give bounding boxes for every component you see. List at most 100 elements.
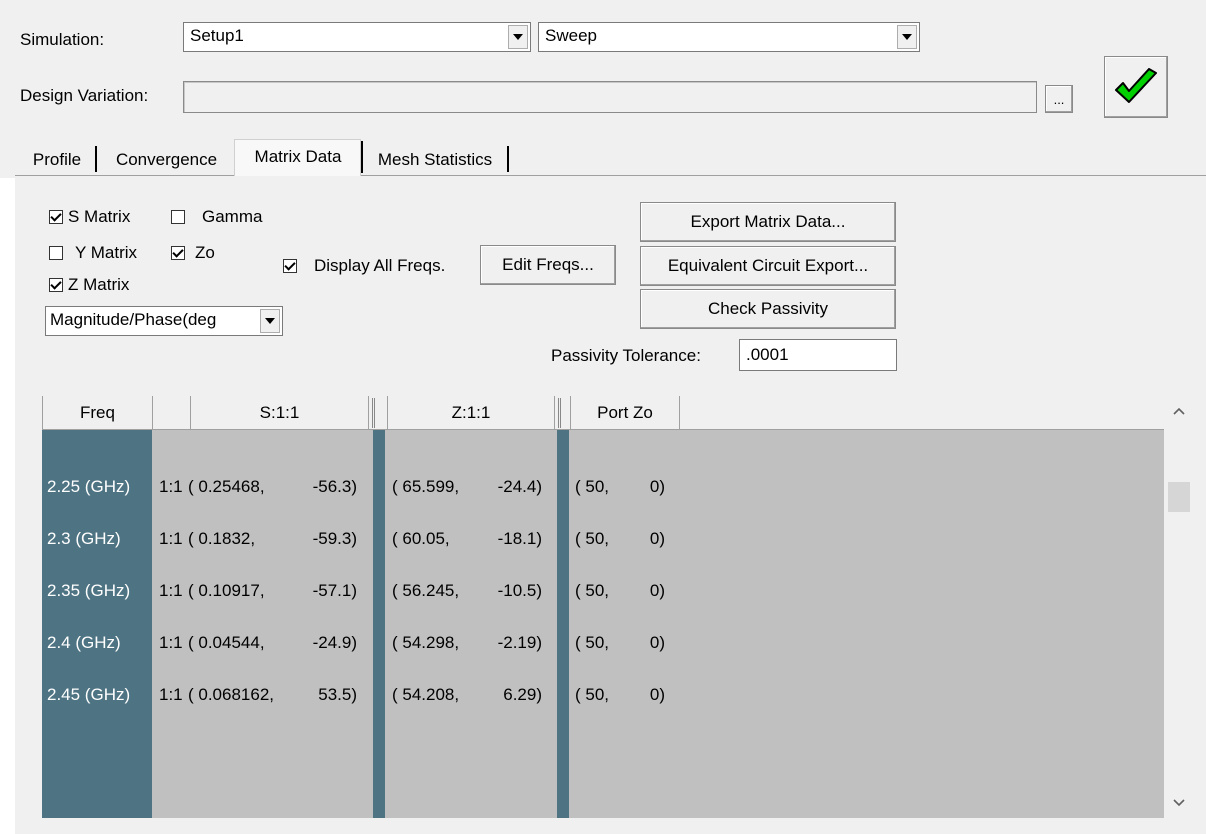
zo-label: Zo xyxy=(195,243,215,262)
sweep-select[interactable]: Sweep xyxy=(538,22,920,52)
s-magnitude-cell: ( 0.068162, xyxy=(188,685,275,704)
s-port-cell: 1:1 xyxy=(159,581,183,600)
s-matrix-checkbox[interactable] xyxy=(49,210,63,224)
s-port-cell: 1:1 xyxy=(159,477,183,496)
port-zo-phase-cell: 0) xyxy=(649,529,665,548)
y-matrix-checkbox[interactable] xyxy=(49,246,63,260)
browse-button-label: ... xyxy=(1053,91,1065,107)
freq-cell: 2.45 (GHz) xyxy=(47,685,131,704)
setup-select-value: Setup1 xyxy=(190,26,244,45)
freq-cell: 2.25 (GHz) xyxy=(47,477,131,496)
s-magnitude-cell: ( 0.1832, xyxy=(188,529,256,548)
z-magnitude-cell: ( 56.245, xyxy=(392,581,460,600)
port-zo-magnitude-cell: ( 50, xyxy=(575,477,610,496)
z-matrix-label: Z Matrix xyxy=(68,275,130,294)
matrix-grid: Freq S:1:1 Z:1:1 Port Zo 2.25 (GHz) 1:1( … xyxy=(42,396,1164,818)
edit-freqs-button[interactable]: Edit Freqs... xyxy=(480,245,616,285)
s-port-cell: 1:1 xyxy=(159,529,183,548)
browse-button[interactable]: ... xyxy=(1045,85,1073,113)
design-variation-field[interactable] xyxy=(183,81,1037,113)
tab-convergence[interactable]: Convergence xyxy=(99,145,234,175)
vertical-scrollbar[interactable] xyxy=(1164,396,1194,818)
port-zo-phase-cell: 0) xyxy=(649,581,665,600)
z-phase-cell: -10.5) xyxy=(497,581,542,600)
port-zo-magnitude-cell: ( 50, xyxy=(575,529,610,548)
s-phase-cell: -57.1) xyxy=(312,581,357,600)
format-select-value: Magnitude/Phase(deg xyxy=(50,310,217,329)
equivalent-circuit-export-button[interactable]: Equivalent Circuit Export... xyxy=(640,246,896,286)
gamma-label: Gamma xyxy=(202,207,263,226)
z-phase-cell: -2.19) xyxy=(497,633,542,652)
z-magnitude-cell: ( 60.05, xyxy=(392,529,450,548)
display-all-freqs-label: Display All Freqs. xyxy=(314,256,446,275)
port-zo-magnitude-cell: ( 50, xyxy=(575,685,610,704)
check-mark-icon xyxy=(50,210,62,222)
tab-mesh-statistics[interactable]: Mesh Statistics xyxy=(365,145,505,175)
s-port-cell: 1:1 xyxy=(159,685,183,704)
design-variation-label: Design Variation: xyxy=(20,86,149,105)
export-matrix-data-label: Export Matrix Data... xyxy=(690,212,846,231)
scroll-thumb[interactable] xyxy=(1168,482,1190,512)
zo-checkbox[interactable] xyxy=(171,246,185,260)
simulation-label: Simulation: xyxy=(20,30,105,49)
s-phase-cell: -56.3) xyxy=(312,477,357,496)
tab-separator xyxy=(95,146,97,172)
s-port-cell: 1:1 xyxy=(159,633,183,652)
s-matrix-label: S Matrix xyxy=(68,207,131,226)
z-phase-cell: -24.4) xyxy=(497,477,542,496)
z-magnitude-cell: ( 54.208, xyxy=(392,685,460,704)
check-mark-icon xyxy=(284,259,296,271)
z-magnitude-cell: ( 65.599, xyxy=(392,477,460,496)
port-zo-magnitude-cell: ( 50, xyxy=(575,581,610,600)
table-row[interactable]: 2.35 (GHz) 1:1 ( 0.10917, -57.1) ( 56.245, -1… xyxy=(42,574,1164,608)
scroll-down-arrow-icon[interactable] xyxy=(1164,788,1194,818)
freq-cell: 2.35 (GHz) xyxy=(47,581,131,600)
check-passivity-button[interactable]: Check Passivity xyxy=(640,289,896,329)
y-matrix-label: Y Matrix xyxy=(75,243,138,262)
apply-check-button[interactable] xyxy=(1104,56,1168,118)
port-zo-phase-cell: 0) xyxy=(649,685,665,704)
s-phase-cell: 53.5) xyxy=(318,685,357,704)
passivity-tolerance-value: .0001 xyxy=(746,345,789,364)
tab-matrix-data[interactable]: Matrix Data xyxy=(236,142,360,172)
z-matrix-checkbox[interactable] xyxy=(49,278,63,292)
s-magnitude-cell: ( 0.04544, xyxy=(188,633,265,652)
display-all-freqs-checkbox[interactable] xyxy=(283,259,297,273)
check-mark-icon xyxy=(50,278,62,290)
z-phase-cell: 6.29) xyxy=(503,685,542,704)
port-zo-phase-cell: 0) xyxy=(649,633,665,652)
chevron-down-icon[interactable] xyxy=(260,309,280,333)
chevron-down-icon[interactable] xyxy=(897,25,917,49)
export-matrix-data-button[interactable]: Export Matrix Data... xyxy=(640,202,896,242)
table-row[interactable]: 2.3 (GHz) 1:1 ( 0.1832, -59.3) ( 60.05, -18.1… xyxy=(42,522,1164,556)
grid-rows: 2.25 (GHz) 1:1 ( 0.25468, -56.3) ( 65.599, -2… xyxy=(42,396,1164,818)
tab-profile[interactable]: Profile xyxy=(22,145,92,175)
table-row[interactable]: 2.4 (GHz) 1:1 ( 0.04544, -24.9) ( 54.298, -2.… xyxy=(42,626,1164,660)
format-select[interactable]: Magnitude/Phase(deg xyxy=(45,306,283,336)
check-passivity-label: Check Passivity xyxy=(708,299,828,318)
edit-freqs-label: Edit Freqs... xyxy=(502,255,594,274)
check-mark-icon xyxy=(172,246,184,258)
s-magnitude-cell: ( 0.10917, xyxy=(188,581,265,600)
z-magnitude-cell: ( 54.298, xyxy=(392,633,460,652)
passivity-tolerance-label: Passivity Tolerance: xyxy=(551,346,701,365)
passivity-tolerance-input[interactable]: .0001 xyxy=(739,339,897,371)
setup-select[interactable]: Setup1 xyxy=(183,22,531,52)
checkmark-icon xyxy=(1115,68,1157,103)
port-zo-magnitude-cell: ( 50, xyxy=(575,633,610,652)
tab-separator xyxy=(507,146,509,172)
table-row[interactable]: 2.25 (GHz) 1:1 ( 0.25468, -56.3) ( 65.599, -2… xyxy=(42,470,1164,504)
s-phase-cell: -59.3) xyxy=(312,529,357,548)
s-magnitude-cell: ( 0.25468, xyxy=(188,477,265,496)
chevron-down-icon[interactable] xyxy=(508,25,528,49)
equivalent-circuit-export-label: Equivalent Circuit Export... xyxy=(667,256,869,275)
gamma-checkbox[interactable] xyxy=(171,210,185,224)
freq-cell: 2.4 (GHz) xyxy=(47,633,121,652)
tab-separator xyxy=(361,141,363,173)
z-phase-cell: -18.1) xyxy=(497,529,542,548)
scroll-up-arrow-icon[interactable] xyxy=(1164,396,1194,426)
table-row[interactable]: 2.45 (GHz) 1:1 ( 0.068162, 53.5) ( 54.208, 6.… xyxy=(42,678,1164,712)
freq-cell: 2.3 (GHz) xyxy=(47,529,121,548)
sweep-select-value: Sweep xyxy=(545,26,597,45)
port-zo-phase-cell: 0) xyxy=(649,477,665,496)
